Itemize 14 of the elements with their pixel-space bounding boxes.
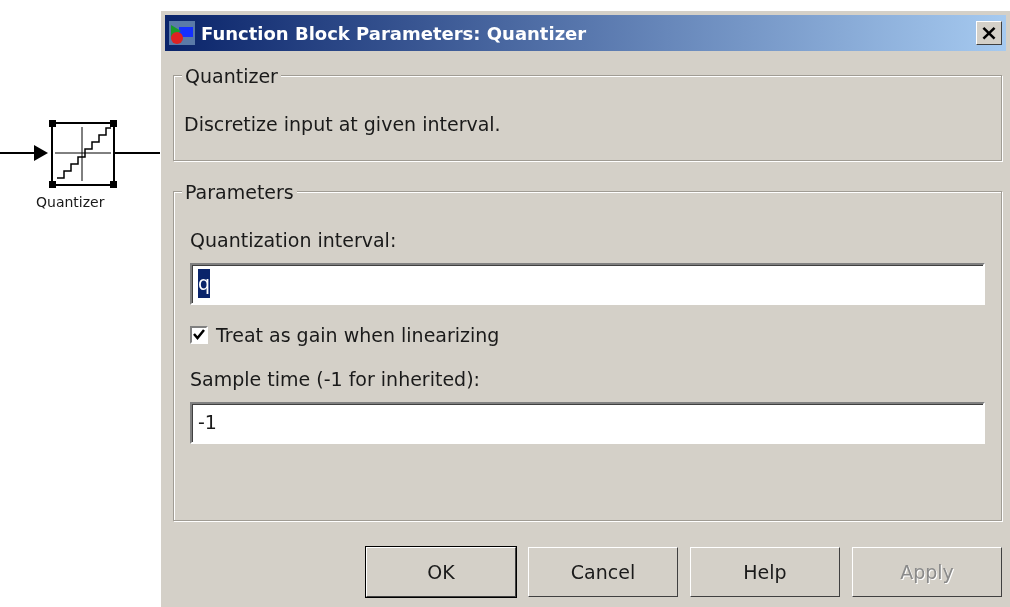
input-field[interactable]: q (190, 262, 985, 305)
input-field[interactable]: -1 (190, 401, 985, 444)
ok-button[interactable]: OK (366, 547, 516, 597)
block-label: Quantizer (36, 193, 105, 212)
field-label: Quantization interval: (190, 228, 398, 253)
help-button[interactable]: Help (690, 547, 840, 597)
field-label: Sample time (-1 for inherited): (190, 367, 481, 392)
description-text: Discretize input at given interval. (183, 112, 501, 137)
cancel-button[interactable]: Cancel (528, 547, 678, 597)
close-button[interactable]: × (976, 21, 1002, 45)
checkbox[interactable] (190, 325, 208, 344)
window-title: Function Block Parameters: Quantizer (201, 21, 587, 46)
app-icon (169, 21, 195, 45)
checkbox-label: Treat as gain when linearizing (216, 322, 500, 348)
